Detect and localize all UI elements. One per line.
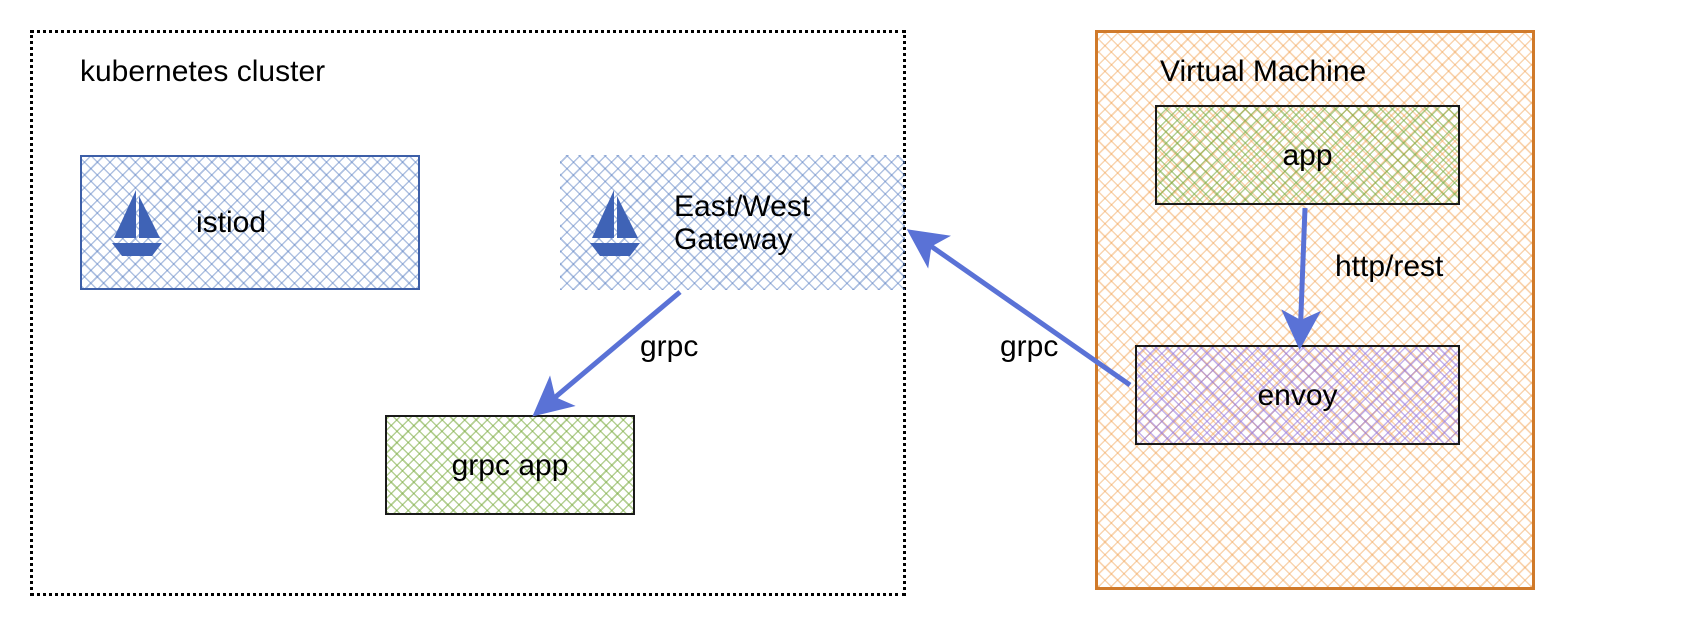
node-eastwest-gateway: East/West Gateway — [560, 155, 905, 290]
node-envoy: envoy — [1135, 345, 1460, 445]
istio-sail-icon — [106, 188, 166, 258]
node-ewgw-label: East/West Gateway — [662, 190, 822, 256]
edge-app-to-envoy-label: http/rest — [1335, 250, 1443, 284]
container-vm-label: Virtual Machine — [1160, 55, 1366, 89]
node-grpc-app: grpc app — [385, 415, 635, 515]
diagram-stage: kubernetes cluster Virtual Machine istio… — [0, 0, 1686, 622]
edge-envoy-to-ewgw-label: grpc — [1000, 330, 1058, 364]
node-istiod-label: istiod — [184, 206, 278, 239]
istio-sail-icon — [584, 188, 644, 258]
container-k8s-label: kubernetes cluster — [80, 55, 325, 89]
node-app-label: app — [1270, 139, 1344, 172]
node-ewgw-label-line2: Gateway — [674, 223, 792, 256]
node-grpc-app-label: grpc app — [440, 449, 581, 482]
node-ewgw-label-line1: East/West — [674, 190, 810, 223]
node-istiod: istiod — [80, 155, 420, 290]
node-envoy-label: envoy — [1245, 379, 1349, 412]
edge-ewgw-to-grpcapp-label: grpc — [640, 330, 698, 364]
node-app: app — [1155, 105, 1460, 205]
